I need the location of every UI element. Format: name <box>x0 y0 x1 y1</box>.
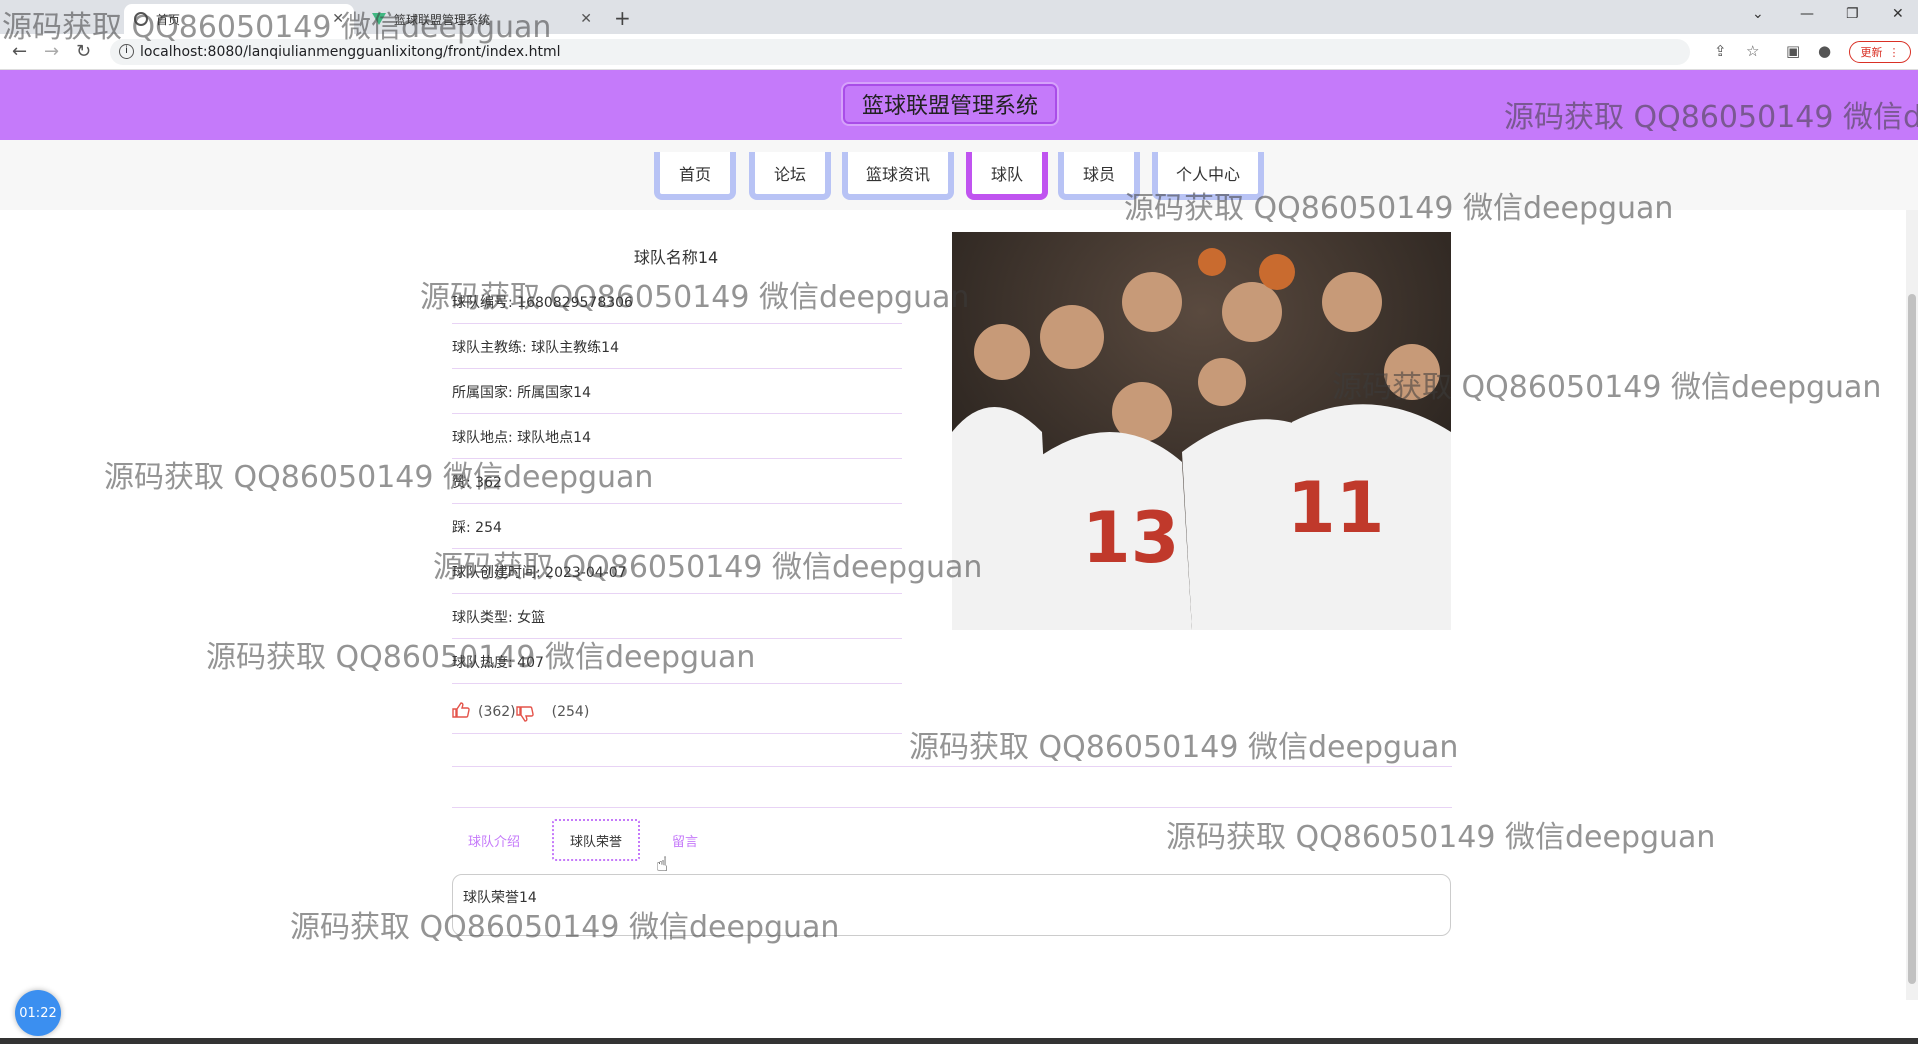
browser-tab-system[interactable]: 篮球联盟管理系统 ✕ <box>362 4 602 34</box>
info-icon[interactable]: i <box>119 44 134 59</box>
window-close-icon[interactable]: ✕ <box>1892 6 1904 22</box>
site-nav: 首页 论坛 篮球资讯 球队 球员 个人中心 <box>0 140 1918 210</box>
watermark: 源码获取 QQ86050149 微信deepguan <box>909 730 1459 765</box>
browser-tab-title: 首页 <box>156 12 181 27</box>
minimize-icon[interactable]: — <box>1800 6 1814 22</box>
back-icon[interactable]: ← <box>12 41 27 62</box>
update-label: 更新 <box>1860 46 1883 59</box>
address-bar: ← → ↻ i localhost:8080/lanqiulianmenggua… <box>0 34 1918 70</box>
like-count: (362) <box>478 703 516 720</box>
tab-honors[interactable]: 球队荣誉 <box>552 819 641 861</box>
tab-intro[interactable]: 球队介绍 <box>452 819 536 861</box>
close-icon[interactable]: ✕ <box>580 11 592 27</box>
team-photo: 13 11 <box>952 232 1451 630</box>
vote-row: (362) (254) <box>452 690 902 734</box>
more-icon: ⋮ <box>1888 45 1900 59</box>
globe-icon <box>134 12 148 26</box>
vue-icon <box>372 13 386 25</box>
thumbs-up-icon[interactable] <box>452 701 470 722</box>
field-dislikes: 踩: 254 <box>452 505 902 549</box>
divider <box>452 766 1452 767</box>
star-icon[interactable]: ☆ <box>1746 42 1759 60</box>
browser-tab-title: 篮球联盟管理系统 <box>394 12 491 27</box>
field-coach: 球队主教练: 球队主教练14 <box>452 325 902 369</box>
field-type: 球队类型: 女篮 <box>452 595 902 639</box>
team-name: 球队名称14 <box>633 248 719 267</box>
profile-icon[interactable]: ● <box>1818 42 1831 60</box>
nav-item-home[interactable]: 首页 <box>654 152 736 200</box>
field-likes: 赞: 362 <box>452 460 902 504</box>
nav-item-teams[interactable]: 球队 <box>966 152 1048 200</box>
share-icon[interactable]: ⇪ <box>1714 42 1727 60</box>
nav-item-profile[interactable]: 个人中心 <box>1152 152 1264 200</box>
reload-icon[interactable]: ↻ <box>76 41 91 62</box>
sidepanel-icon[interactable]: ▣ <box>1786 42 1800 60</box>
recording-timer: 01:22 <box>15 990 61 1036</box>
url-text: localhost:8080/lanqiulianmengguanlixiton… <box>140 44 561 60</box>
forward-icon[interactable]: → <box>44 41 59 62</box>
site-header: 篮球联盟管理系统 <box>0 70 1918 140</box>
hand-cursor-icon: ☝ <box>656 852 669 876</box>
field-team-id: 球队编号: 1680829578306 <box>452 280 902 324</box>
site-title: 篮球联盟管理系统 <box>843 84 1057 124</box>
watermark: 源码获取 QQ86050149 微信deepguan <box>1166 820 1716 855</box>
url-input[interactable]: i localhost:8080/lanqiulianmengguanlixit… <box>110 39 1690 65</box>
new-tab-button[interactable]: + <box>614 6 631 30</box>
page-scrollbar[interactable] <box>1906 210 1918 1000</box>
field-created: 球队创建时间: 2023-04-07 <box>452 550 902 594</box>
detail-tabs: 球队介绍 球队荣誉 留言 <box>452 818 714 862</box>
browser-tab-home[interactable]: 首页 ✕ <box>124 4 354 34</box>
thumbs-down-icon[interactable] <box>515 702 534 722</box>
field-country: 所属国家: 所属国家14 <box>452 370 902 414</box>
field-heat: 球队热度: 407 <box>452 640 902 684</box>
divider <box>452 807 1452 808</box>
dislike-count: (254) <box>551 703 590 720</box>
nav-item-news[interactable]: 篮球资讯 <box>842 152 954 200</box>
browser-tabbar: 首页 ✕ 篮球联盟管理系统 ✕ + ⌄ — ❐ ✕ <box>0 0 1918 34</box>
nav-item-players[interactable]: 球员 <box>1058 152 1140 200</box>
update-button[interactable]: 更新 ⋮ <box>1849 41 1911 63</box>
svg-text:13: 13 <box>1082 497 1179 579</box>
bottom-bar <box>0 1038 1918 1044</box>
restore-icon[interactable]: ❐ <box>1846 6 1859 22</box>
tab-content: 球队荣誉14 <box>452 874 1451 936</box>
field-location: 球队地点: 球队地点14 <box>452 415 902 459</box>
chevron-down-icon[interactable]: ⌄ <box>1752 6 1764 22</box>
scroll-thumb[interactable] <box>1908 294 1916 984</box>
close-icon[interactable]: ✕ <box>332 11 344 27</box>
svg-text:11: 11 <box>1287 467 1384 549</box>
nav-item-forum[interactable]: 论坛 <box>749 152 831 200</box>
